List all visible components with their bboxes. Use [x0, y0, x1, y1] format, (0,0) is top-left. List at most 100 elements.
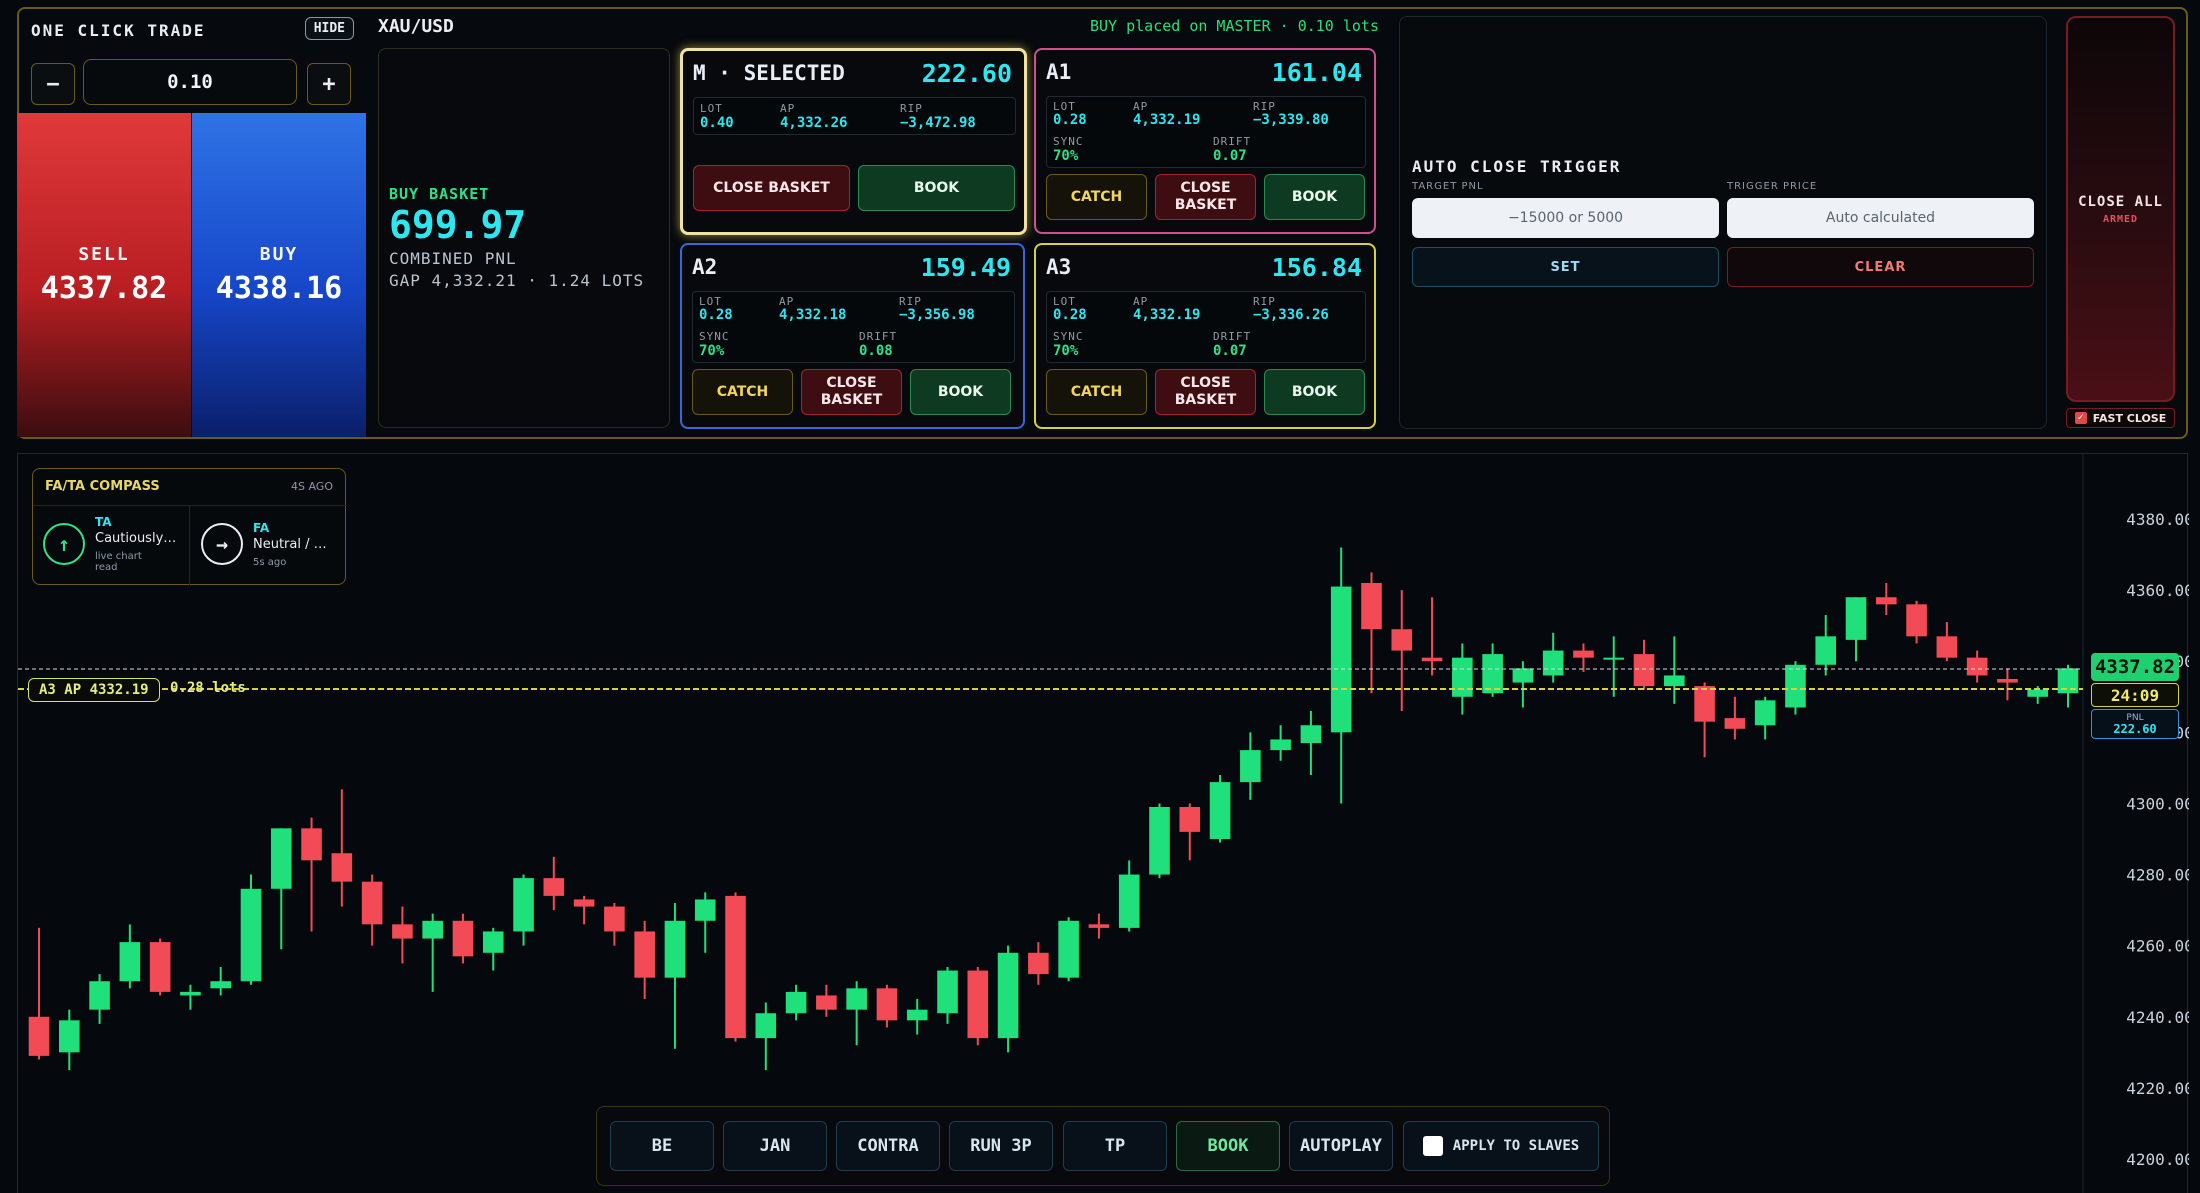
autoplay-button[interactable]: AUTOPLAY — [1289, 1121, 1393, 1171]
apply-to-slaves-toggle[interactable]: APPLY TO SLAVES — [1403, 1121, 1599, 1171]
candle — [89, 981, 110, 1010]
y-tick-label: 4380.00 — [2126, 510, 2189, 529]
candle — [1330, 586, 1352, 733]
book-button[interactable]: BOOK — [910, 369, 1011, 415]
stat-lot: 0.28 — [699, 307, 733, 323]
hide-button[interactable]: HIDE — [304, 17, 354, 40]
book-button[interactable]: BOOK — [1176, 1121, 1280, 1171]
target-pnl-label: TARGET PNL — [1412, 181, 1484, 192]
y-tick-label: 4240.00 — [2126, 1008, 2189, 1027]
candle — [513, 878, 534, 932]
average-price-label[interactable]: A3 AP 4332.19 — [28, 678, 160, 702]
candle — [149, 942, 171, 992]
apply-to-slaves-checkbox[interactable] — [1422, 1136, 1443, 1156]
account-pnl: 159.49 — [920, 253, 1011, 282]
candle — [1754, 700, 1776, 726]
account-name: A1 — [1046, 60, 1072, 84]
catch-button[interactable]: CATCH — [1046, 174, 1147, 220]
candle — [1028, 952, 1049, 975]
book-button[interactable]: BOOK — [1264, 174, 1365, 220]
fa-label: FA — [253, 521, 270, 535]
candle — [1573, 650, 1594, 658]
ta-text: Cautiously… — [95, 531, 177, 546]
sell-button[interactable]: SELL 4337.82 — [17, 113, 191, 437]
action-toolbar: BE JAN CONTRA RUN 3P TP BOOK AUTOPLAY AP… — [596, 1106, 1610, 1186]
run-3p-button[interactable]: RUN 3P — [949, 1121, 1053, 1171]
clear-button[interactable]: CLEAR — [1727, 247, 2034, 287]
close-basket-button[interactable]: CLOSE BASKET — [693, 165, 850, 211]
compass-title: FA/TA COMPASS — [45, 479, 160, 494]
candle — [1724, 718, 1746, 729]
stat-ap: 4,332.19 — [1133, 112, 1201, 128]
account-card-a1[interactable]: A1 161.04 LOT 0.28 AP 4,332.19 RIP −3,33… — [1034, 48, 1376, 234]
target-pnl-input[interactable]: −15000 or 5000 — [1412, 198, 1719, 238]
candle — [119, 942, 141, 982]
lot-size-input[interactable]: 0.10 — [83, 59, 297, 105]
close-basket-button[interactable]: CLOSE BASKET — [1155, 174, 1256, 220]
be-button[interactable]: BE — [610, 1121, 714, 1171]
account-card-a2[interactable]: A2 159.49 LOT 0.28 AP 4,332.18 RIP −3,35… — [680, 243, 1025, 429]
close-basket-line1: CLOSE — [1180, 375, 1231, 391]
stat-drift: 0.07 — [1213, 343, 1247, 359]
set-button[interactable]: SET — [1412, 247, 1719, 287]
stat-label-rip: RIP — [900, 102, 923, 115]
fast-close-checkbox[interactable]: ✓ — [2074, 412, 2087, 424]
lot-decrease-button[interactable]: − — [31, 63, 75, 105]
candle — [1300, 725, 1322, 743]
candle — [1845, 597, 1867, 640]
candle — [1785, 664, 1806, 708]
buy-price: 4338.16 — [215, 271, 343, 306]
candle — [755, 1013, 777, 1039]
stat-sync: 70% — [1053, 148, 1079, 164]
close-basket-button[interactable]: CLOSE BASKET — [801, 369, 902, 415]
stat-label-drift: DRIFT — [1213, 330, 1252, 343]
trigger-price-input[interactable]: Auto calculated — [1727, 198, 2034, 238]
candle — [1906, 604, 1927, 637]
stat-rip: −3,336.26 — [1253, 307, 1329, 323]
pnl-tag-label: PNL — [2126, 712, 2144, 723]
catch-button[interactable]: CATCH — [692, 369, 793, 415]
stat-sync: 70% — [1053, 343, 1079, 359]
candle — [1936, 636, 1958, 658]
stat-lot: 0.28 — [1053, 112, 1087, 128]
tp-button[interactable]: TP — [1063, 1121, 1167, 1171]
trigger-price-label: TRIGGER PRICE — [1727, 181, 1818, 192]
y-tick-label: 4300.00 — [2126, 794, 2189, 813]
stat-label-sync: SYNC — [699, 330, 730, 343]
fast-close-toggle[interactable]: ✓ FAST CLOSE — [2066, 408, 2175, 428]
candle — [604, 906, 625, 932]
auto-close-panel: AUTO CLOSE TRIGGER TARGET PNL TRIGGER PR… — [1399, 16, 2047, 429]
candle — [2027, 689, 2049, 697]
close-basket-line1: CLOSE — [826, 375, 877, 391]
jan-button[interactable]: JAN — [723, 1121, 827, 1171]
lot-increase-button[interactable]: + — [307, 63, 351, 105]
candle — [573, 899, 595, 907]
stat-ap: 4,332.26 — [780, 115, 848, 131]
candle — [1603, 657, 1625, 660]
account-pnl: 156.84 — [1271, 253, 1362, 282]
candle — [1270, 739, 1291, 751]
arrow-right-icon: → — [201, 523, 243, 565]
stat-ap: 4,332.18 — [779, 307, 847, 323]
close-basket-button[interactable]: CLOSE BASKET — [1155, 369, 1256, 415]
account-card-a3[interactable]: A3 156.84 LOT 0.28 AP 4,332.19 RIP −3,33… — [1034, 243, 1376, 429]
buy-button[interactable]: BUY 4338.16 — [192, 113, 366, 437]
account-card-master[interactable]: M · SELECTED 222.60 LOT 0.40 AP 4,332.26… — [680, 48, 1027, 235]
book-button[interactable]: BOOK — [858, 165, 1015, 211]
candle — [1876, 597, 1897, 605]
candle — [1966, 657, 1988, 676]
candle — [1512, 668, 1534, 683]
book-button[interactable]: BOOK — [1264, 369, 1365, 415]
candle — [634, 931, 655, 978]
catch-button[interactable]: CATCH — [1046, 369, 1147, 415]
close-all-button[interactable]: CLOSE ALL ARMED — [2066, 16, 2175, 402]
candle — [1997, 679, 2018, 683]
candle — [725, 895, 746, 1039]
candle — [482, 931, 504, 953]
contra-button[interactable]: CONTRA — [836, 1121, 940, 1171]
stat-label-lot: LOT — [700, 102, 723, 115]
y-tick-label: 4360.00 — [2126, 581, 2189, 600]
candle — [664, 920, 686, 978]
basket-label: BUY BASKET — [389, 185, 490, 203]
stat-drift: 0.08 — [859, 343, 893, 359]
